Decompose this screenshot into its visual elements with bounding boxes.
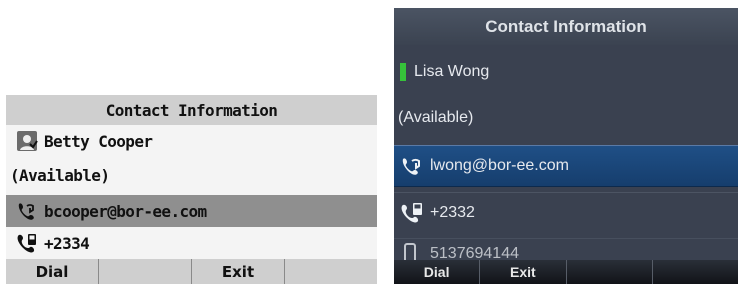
right-phone-screen: Contact Information Lisa Wong (Available… xyxy=(394,8,738,284)
exit-softkey[interactable]: Exit xyxy=(480,260,567,284)
contact-card-icon xyxy=(16,130,38,152)
exit-softkey[interactable]: Exit xyxy=(192,259,285,284)
contact-status-row: (Available) xyxy=(394,102,738,134)
contact-phone: +2334 xyxy=(44,233,90,253)
call-email-icon xyxy=(400,154,424,178)
contact-status-row: (Available) xyxy=(6,161,377,189)
dial-softkey[interactable]: Dial xyxy=(394,260,481,284)
contact-email: bcooper@bor-ee.com xyxy=(44,201,207,221)
empty-softkey-3[interactable] xyxy=(567,260,653,284)
contact-name-row[interactable]: Betty Cooper xyxy=(6,127,377,155)
contact-phone: +2332 xyxy=(430,204,475,221)
contact-status: (Available) xyxy=(398,109,474,126)
dial-softkey[interactable]: Dial xyxy=(6,259,99,284)
contact-name: Betty Cooper xyxy=(44,131,153,151)
contact-name-row[interactable]: Lisa Wong xyxy=(394,56,738,88)
presence-indicator xyxy=(400,63,406,81)
contact-email-row[interactable]: bcooper@bor-ee.com xyxy=(6,195,377,227)
contact-name: Lisa Wong xyxy=(414,63,490,80)
page-title: Contact Information xyxy=(394,8,738,45)
contact-phone-row[interactable]: +2332 xyxy=(394,192,738,233)
contact-phone-row[interactable]: +2334 xyxy=(6,229,377,257)
call-email-icon xyxy=(16,200,38,222)
contact-email-row[interactable]: lwong@bor-ee.com xyxy=(394,145,738,187)
empty-softkey-4[interactable] xyxy=(285,259,377,284)
softkey-bar: Dial Exit xyxy=(6,259,377,284)
empty-softkey-2[interactable] xyxy=(99,259,192,284)
contact-email: lwong@bor-ee.com xyxy=(430,157,569,174)
left-phone-screen: Contact Information Betty Cooper (Availa… xyxy=(6,95,377,284)
softkey-bar: Dial Exit xyxy=(394,260,738,284)
contact-status: (Available) xyxy=(10,165,110,185)
page-title: Contact Information xyxy=(6,95,377,125)
phone-icon xyxy=(16,232,38,254)
empty-softkey-4[interactable] xyxy=(653,260,738,284)
phone-icon xyxy=(400,201,424,225)
